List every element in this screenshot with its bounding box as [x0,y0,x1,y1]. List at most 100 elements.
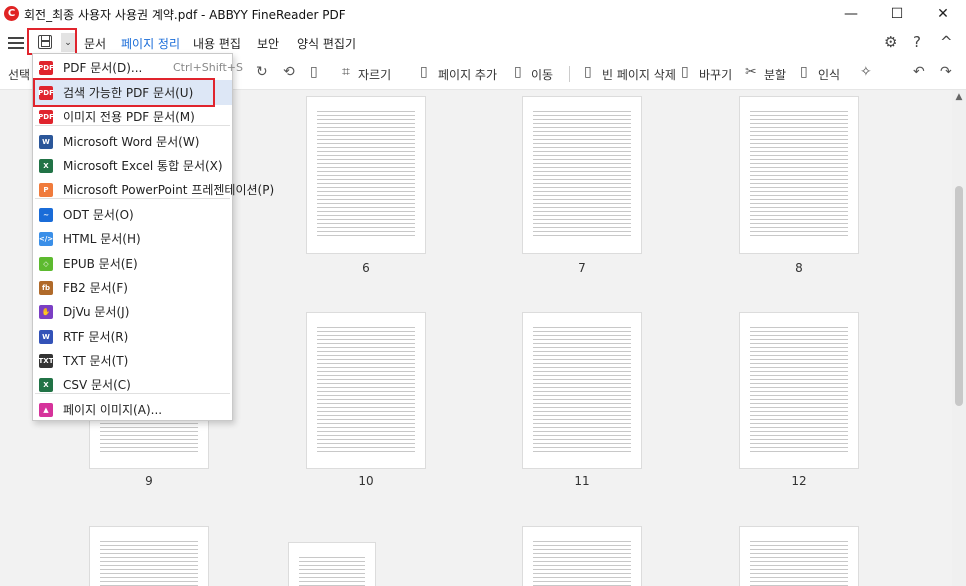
save-menu-item-label: FB2 문서(F) [63,281,128,295]
save-menu-item[interactable]: fb FB2 문서(F) [33,275,232,300]
vertical-scrollbar[interactable]: ▲ [952,90,966,586]
save-menu-item-label: Microsoft Excel 통합 문서(X) [63,159,223,173]
close-button[interactable]: ✕ [920,0,966,28]
save-menu-item-label: RTF 문서(R) [63,330,129,344]
menu-separator [35,393,230,394]
replace-button[interactable]: 바꾸기 [699,66,732,83]
menu-bar: ⌄ 문서 페이지 정리 내용 편집 보안 양식 편집기 ⚙ ? ^ [0,28,966,56]
page-number: 10 [358,474,374,488]
recognize-icon[interactable]: ▯ [800,64,808,80]
djvu-icon: ✋ [39,304,53,319]
save-menu-shortcut: Ctrl+Shift+S [173,61,243,74]
split-scissors-icon[interactable]: ✂ [745,64,757,80]
replace-page-icon[interactable]: ▯ [681,64,689,80]
menu-edit-content[interactable]: 내용 편집 [193,35,241,52]
save-menu-item-label: Microsoft PowerPoint 프레젠테이션(P) [63,183,275,197]
app-logo-icon: C [4,6,19,21]
undo-icon[interactable]: ↶ [913,64,925,80]
fb2-icon: fb [39,280,53,295]
scroll-up-icon[interactable]: ▲ [952,90,966,104]
save-menu-item[interactable]: </> HTML 문서(H) [33,226,232,251]
delete-blank-pages-button[interactable]: 빈 페이지 삭제 [602,66,676,83]
page-thumbnail[interactable] [306,96,426,254]
save-menu-item[interactable]: ▲ 페이지 이미지(A)... [33,397,232,422]
pdf-icon: PDF [38,60,54,75]
word-icon: W [39,134,53,149]
save-menu-item[interactable]: PDF PDF 문서(D)... Ctrl+Shift+S [33,55,243,80]
menu-separator [35,198,230,199]
magic-wand-icon[interactable]: ✧ [860,64,872,80]
page-thumbnail[interactable] [522,312,642,469]
excel-icon: X [39,158,53,173]
page-thumbnail[interactable] [288,542,376,586]
save-menu-item[interactable]: X Microsoft Excel 통합 문서(X) [33,153,232,178]
page-thumbnail[interactable] [739,526,859,586]
rotate-icon[interactable]: ↻ [256,64,268,80]
save-menu-item[interactable]: ◇ EPUB 문서(E) [33,251,232,276]
menu-security[interactable]: 보안 [257,35,279,52]
hamburger-menu-icon[interactable] [8,34,24,50]
save-as-dropdown-menu: PDF PDF 문서(D)... Ctrl+Shift+S PDF 검색 가능한 PDF… [32,53,274,422]
page-thumbnail[interactable] [89,526,209,586]
title-bar: C 회전_최종 사용자 사용권 계약.pdf - ABBYY FineReade… [0,0,966,28]
save-button-group[interactable]: ⌄ [27,28,77,55]
toolbar-divider [569,66,570,82]
rotate-options-icon[interactable]: ⟲ [283,64,295,80]
image-icon: ▲ [39,402,53,417]
powerpoint-icon: P [39,182,53,197]
save-menu-item-label: ODT 문서(O) [63,208,134,222]
page-number: 7 [578,261,586,275]
save-menu-item-label: PDF 문서(D)... [63,61,143,75]
add-page-icon[interactable]: ▯ [420,64,428,80]
menu-organize-pages[interactable]: 페이지 정리 [121,35,180,52]
save-menu-item[interactable]: ✋ DjVu 문서(J) [33,299,232,324]
move-page-icon[interactable]: ▯ [514,64,522,80]
add-page-button[interactable]: 페이지 추가 [438,66,497,83]
odt-icon: ~ [39,207,53,222]
save-icon[interactable] [38,34,52,49]
delete-blank-page-icon[interactable]: ▯ [584,64,592,80]
epub-icon: ◇ [39,256,53,271]
menu-separator [35,125,230,126]
highlight-annotation-box [33,78,215,107]
split-button[interactable]: 분할 [764,66,786,83]
pdf-icon: PDF [38,109,54,124]
minimize-button[interactable]: — [828,0,874,28]
scrollbar-thumb[interactable] [955,186,963,406]
txt-icon: TXT [39,353,53,368]
save-menu-item-label: 이미지 전용 PDF 문서(M) [63,110,195,124]
select-label[interactable]: 선택 [8,66,30,83]
move-button[interactable]: 이동 [531,66,553,83]
save-dropdown-chevron-icon[interactable]: ⌄ [61,33,75,52]
save-menu-item[interactable]: ~ ODT 문서(O) [33,202,232,227]
crop-button[interactable]: 자르기 [358,66,391,83]
recognize-button[interactable]: 인식 [818,66,840,83]
page-thumbnail[interactable] [306,312,426,469]
save-menu-item-label: Microsoft Word 문서(W) [63,135,200,149]
redo-icon[interactable]: ↷ [940,64,952,80]
save-menu-item-label: HTML 문서(H) [63,232,141,246]
page-view-icon[interactable]: ▯ [310,64,318,80]
menu-document[interactable]: 문서 [84,35,106,52]
save-menu-item-label: 페이지 이미지(A)... [63,403,163,417]
save-menu-item[interactable]: W RTF 문서(R) [33,324,232,349]
page-thumbnail[interactable] [739,96,859,254]
page-thumbnail[interactable] [522,96,642,254]
save-menu-item-label: CSV 문서(C) [63,378,131,392]
page-thumbnail[interactable] [739,312,859,469]
maximize-button[interactable]: ☐ [874,0,920,28]
page-number: 11 [574,474,590,488]
help-icon[interactable]: ? [913,33,921,51]
save-menu-item-label: EPUB 문서(E) [63,257,138,271]
settings-gear-icon[interactable]: ⚙ [884,33,897,51]
page-number: 12 [791,474,807,488]
save-menu-item[interactable]: TXT TXT 문서(T) [33,348,232,373]
crop-icon[interactable]: ⌗ [342,64,350,80]
save-menu-item-label: DjVu 문서(J) [63,305,130,319]
collapse-ribbon-icon[interactable]: ^ [940,33,953,51]
window-title: 회전_최종 사용자 사용권 계약.pdf - ABBYY FineReader … [24,8,346,22]
menu-form-editor[interactable]: 양식 편집기 [297,35,356,52]
csv-icon: X [39,377,53,392]
page-thumbnail[interactable] [522,526,642,586]
save-menu-item[interactable]: W Microsoft Word 문서(W) [33,129,232,154]
